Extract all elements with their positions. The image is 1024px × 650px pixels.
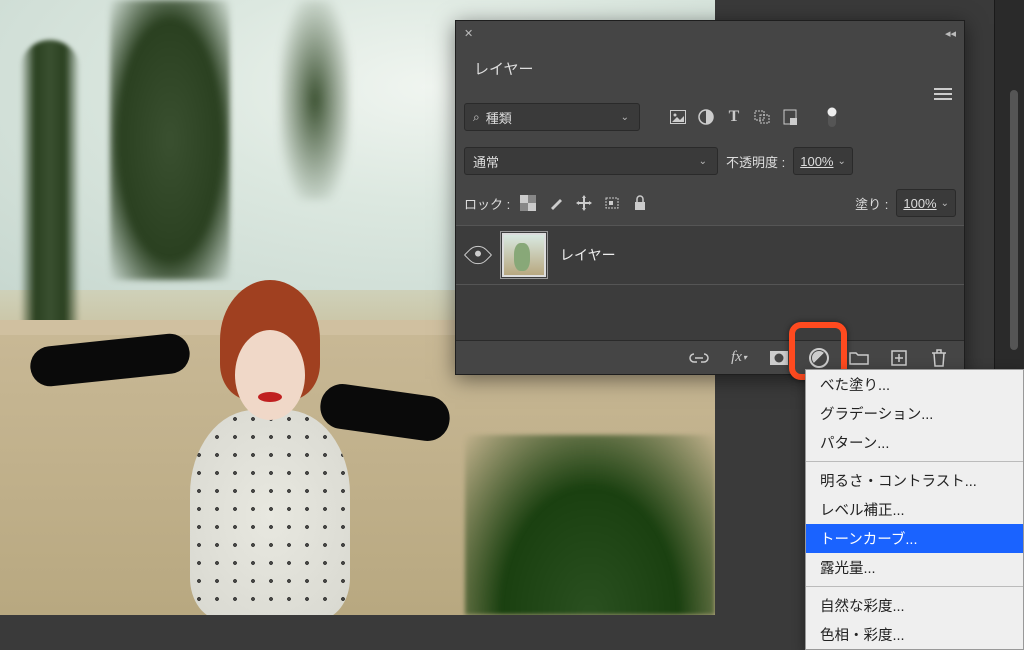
- menu-item-curves[interactable]: トーンカーブ...: [806, 524, 1023, 553]
- menu-item-brightness-contrast[interactable]: 明るさ・コントラスト...: [806, 466, 1023, 495]
- chevron-down-icon: ⌄: [699, 156, 707, 167]
- adjustment-layer-popup: べた塗り... グラデーション... パターン... 明るさ・コントラスト...…: [805, 369, 1024, 650]
- blend-mode-select[interactable]: 通常 ⌄: [464, 147, 718, 175]
- blend-opacity-row: 通常 ⌄ 不透明度 : 100% ⌄: [464, 143, 956, 179]
- filter-toggle[interactable]: [822, 107, 842, 127]
- menu-item-levels[interactable]: レベル補正...: [806, 495, 1023, 524]
- photo-tree: [20, 40, 80, 360]
- lock-artboard-icon[interactable]: [602, 193, 622, 213]
- blend-mode-value: 通常: [473, 152, 499, 171]
- menu-item-solid-color[interactable]: べた塗り...: [806, 370, 1023, 399]
- opacity-input[interactable]: 100% ⌄: [793, 147, 853, 175]
- lock-brush-icon[interactable]: [546, 193, 566, 213]
- filter-image-icon[interactable]: [668, 107, 688, 127]
- lock-transparency-icon[interactable]: [518, 193, 538, 213]
- menu-item-gradient[interactable]: グラデーション...: [806, 399, 1023, 428]
- link-layers-icon[interactable]: [688, 347, 710, 369]
- layer-list: レイヤー: [456, 225, 964, 340]
- lock-label: ロック :: [464, 194, 510, 213]
- layers-panel: ✕ ◂◂ レイヤー ⌕ 種類 ⌄ T 通常 ⌄ 不透明度 : 100% ⌄: [455, 20, 965, 375]
- filter-shape-icon[interactable]: [752, 107, 772, 127]
- menu-item-hue-saturation[interactable]: 色相・彩度...: [806, 620, 1023, 649]
- photo-tree: [110, 0, 230, 280]
- photo-bush: [465, 435, 715, 615]
- new-layer-icon[interactable]: [888, 347, 910, 369]
- panel-tabs: レイヤー: [456, 49, 964, 87]
- fill-value: 100%: [903, 196, 936, 211]
- menu-item-vibrance[interactable]: 自然な彩度...: [806, 591, 1023, 620]
- photo-tree: [280, 0, 350, 200]
- filter-adjustment-icon[interactable]: [696, 107, 716, 127]
- fill-label: 塗り :: [855, 194, 888, 213]
- layer-filter-label: 種類: [486, 108, 512, 127]
- filter-smartobject-icon[interactable]: [780, 107, 800, 127]
- menu-separator: [806, 586, 1023, 587]
- new-group-icon[interactable]: [848, 347, 870, 369]
- delete-layer-icon[interactable]: [928, 347, 950, 369]
- layer-name[interactable]: レイヤー: [560, 245, 616, 265]
- visibility-toggle-icon[interactable]: [464, 241, 492, 269]
- menu-item-exposure[interactable]: 露光量...: [806, 553, 1023, 582]
- menu-separator: [806, 461, 1023, 462]
- chevron-down-icon: ⌄: [621, 112, 629, 123]
- panel-close-button[interactable]: ✕: [464, 27, 473, 40]
- search-icon: ⌕: [473, 110, 480, 125]
- opacity-value: 100%: [800, 154, 833, 169]
- menu-item-pattern[interactable]: パターン...: [806, 428, 1023, 457]
- opacity-label: 不透明度 :: [726, 152, 785, 171]
- chevron-down-icon: ⌄: [837, 156, 845, 167]
- photo-person: [140, 280, 400, 615]
- layer-thumbnail[interactable]: [502, 233, 546, 277]
- lock-fill-row: ロック : 塗り : 100% ⌄: [464, 185, 956, 221]
- lock-all-icon[interactable]: [630, 193, 650, 213]
- layer-effects-icon[interactable]: fx▾: [728, 347, 750, 369]
- layer-filter-select[interactable]: ⌕ 種類 ⌄: [464, 103, 640, 131]
- fill-input[interactable]: 100% ⌄: [896, 189, 956, 217]
- layer-filter-row: ⌕ 種類 ⌄ T: [464, 99, 956, 135]
- tab-layers[interactable]: レイヤー: [456, 49, 552, 87]
- panel-collapse-button[interactable]: ◂◂: [945, 27, 956, 40]
- add-mask-icon[interactable]: [768, 347, 790, 369]
- layer-row[interactable]: レイヤー: [456, 225, 964, 285]
- filter-type-icon[interactable]: T: [724, 107, 744, 127]
- chevron-down-icon: ⌄: [941, 198, 949, 209]
- new-adjustment-layer-icon[interactable]: [808, 347, 830, 369]
- lock-move-icon[interactable]: [574, 193, 594, 213]
- scrollbar[interactable]: [1010, 90, 1018, 350]
